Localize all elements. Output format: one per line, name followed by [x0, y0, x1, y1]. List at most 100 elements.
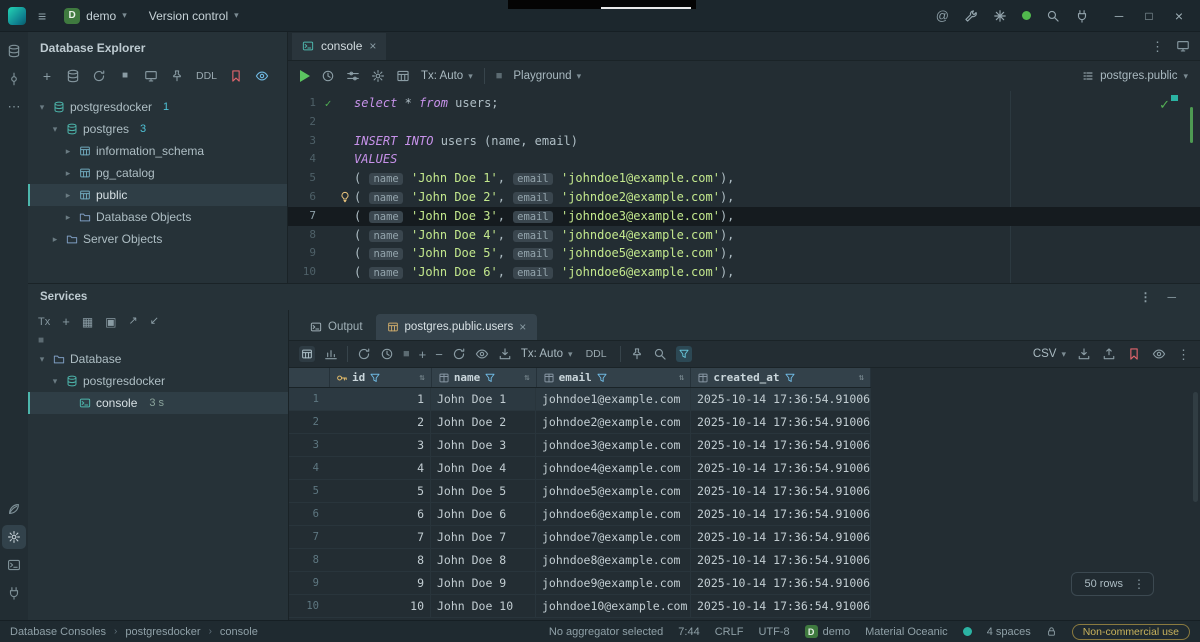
version-control-menu[interactable]: Version control ▾: [143, 6, 245, 26]
row-number[interactable]: 1: [289, 388, 329, 410]
chevron-down-icon[interactable]: ▾: [49, 376, 61, 387]
refresh-datasource-icon[interactable]: [62, 66, 84, 86]
revert-icon[interactable]: [452, 347, 466, 361]
settings-sliders-icon[interactable]: [346, 69, 360, 83]
playground-select[interactable]: Playground ▾: [513, 70, 581, 82]
cell-name[interactable]: John Doe 9: [431, 572, 536, 594]
line-separator-widget[interactable]: CRLF: [715, 626, 744, 638]
cell-created-at[interactable]: 2025-10-14 17:36:54.910066: [691, 457, 871, 479]
find-icon[interactable]: [653, 347, 667, 361]
grid-tx-mode-select[interactable]: Tx: Auto ▾: [521, 348, 573, 360]
run-button[interactable]: [300, 70, 310, 82]
table-view-icon[interactable]: [396, 69, 410, 83]
cell-email[interactable]: johndoe5@example.com: [536, 480, 691, 502]
close-tab-icon[interactable]: ×: [369, 39, 376, 53]
maximize-button[interactable]: □: [1134, 0, 1164, 32]
cell-email[interactable]: johndoe10@example.com: [536, 595, 691, 617]
row-number[interactable]: 10: [289, 595, 329, 617]
chevron-down-icon[interactable]: ▾: [36, 354, 48, 365]
grid-ddl-button[interactable]: DDL: [582, 348, 611, 360]
table-row-2[interactable]: 2 2 John Doe 2 johndoe2@example.com 2025-10-…: [289, 411, 871, 434]
cell-id[interactable]: 1: [329, 388, 431, 410]
close-button[interactable]: ×: [1164, 0, 1194, 32]
license-badge[interactable]: Non-commercial use: [1071, 623, 1190, 640]
commit-toolwindow-icon[interactable]: [0, 66, 28, 92]
plugins-icon[interactable]: [993, 9, 1007, 23]
chevron-down-icon[interactable]: ▾: [49, 124, 61, 135]
tab-output[interactable]: Output: [299, 314, 374, 340]
db-tree-item-public[interactable]: ▸ public: [28, 184, 287, 206]
cell-name[interactable]: John Doe 8: [431, 549, 536, 571]
row-number[interactable]: 9: [289, 572, 329, 594]
breadcrumb-console[interactable]: console: [220, 626, 258, 638]
screen-layout-icon[interactable]: [1176, 39, 1190, 53]
cell-email[interactable]: johndoe1@example.com: [536, 388, 691, 410]
cell-name[interactable]: John Doe 1: [431, 388, 536, 410]
code-line-9[interactable]: 9 ( name 'John Doe 5', email 'johndoe5@ex…: [288, 244, 1200, 263]
chevron-down-icon[interactable]: ▾: [36, 102, 48, 113]
cell-created-at[interactable]: 2025-10-14 17:36:54.910066: [691, 549, 871, 571]
cell-name[interactable]: John Doe 6: [431, 503, 536, 525]
cell-id[interactable]: 6: [329, 503, 431, 525]
delete-row-icon[interactable]: −: [435, 348, 443, 361]
db-tree-item-postgres[interactable]: ▾ postgres 3: [28, 118, 287, 140]
indent-widget[interactable]: 4 spaces: [987, 626, 1031, 638]
app-logo-icon[interactable]: [8, 6, 26, 25]
query-history-icon[interactable]: [380, 347, 394, 361]
jump-to-console-icon[interactable]: [140, 66, 162, 86]
tab-result-grid[interactable]: postgres.public.users ×: [375, 314, 538, 340]
collapse-all-icon[interactable]: ↙: [150, 316, 159, 327]
cell-created-at[interactable]: 2025-10-14 17:36:54.910066: [691, 572, 871, 594]
cell-id[interactable]: 9: [329, 572, 431, 594]
project-widget[interactable]: D demo: [804, 625, 850, 638]
service-item-console[interactable]: console 3 s: [28, 392, 288, 414]
plug-icon[interactable]: [1075, 9, 1089, 23]
connection-status-dot-icon[interactable]: [962, 627, 972, 636]
more-toolwindows-icon[interactable]: ⋯: [0, 94, 28, 120]
row-number[interactable]: 4: [289, 457, 329, 479]
tools-icon[interactable]: [964, 9, 978, 23]
inspections-ok-icon[interactable]: ✓: [1159, 97, 1170, 113]
code-line-3[interactable]: 3 INSERT INTO users (name, email): [288, 132, 1200, 151]
main-menu-icon[interactable]: ≡: [36, 8, 48, 24]
sort-toggle-icon[interactable]: ⇅: [679, 373, 684, 383]
code-line-6[interactable]: 6 ( name 'John Doe 2', email 'johndoe2@ex…: [288, 188, 1200, 207]
tx-mode-select[interactable]: Tx: Auto ▾: [421, 70, 473, 82]
chevron-right-icon[interactable]: ▸: [62, 168, 74, 179]
stop-icon[interactable]: ■: [114, 66, 136, 86]
editor-options-kebab-icon[interactable]: ⋮: [1151, 40, 1164, 53]
db-tree-item-server-objects[interactable]: ▸ Server Objects: [28, 228, 287, 250]
cell-created-at[interactable]: 2025-10-14 17:36:54.910066: [691, 434, 871, 456]
table-row-7[interactable]: 7 7 John Doe 7 johndoe7@example.com 2025-10-…: [289, 526, 871, 549]
ddl-button[interactable]: DDL: [192, 70, 221, 82]
db-tree-item-pg-catalog[interactable]: ▸ pg_catalog: [28, 162, 287, 184]
bookmark-icon[interactable]: [225, 66, 247, 86]
code-editor[interactable]: 1 ✓ select * from users; 2 3 INSERT INTO user…: [288, 91, 1200, 283]
db-tree-item-database-objects[interactable]: ▸ Database Objects: [28, 206, 287, 228]
cell-name[interactable]: John Doe 3: [431, 434, 536, 456]
close-tab-icon[interactable]: ×: [519, 320, 526, 334]
cell-id[interactable]: 3: [329, 434, 431, 456]
pin-icon[interactable]: [166, 66, 188, 86]
cell-name[interactable]: John Doe 10: [431, 595, 536, 617]
add-datasource-button[interactable]: +: [36, 66, 58, 86]
stop-query-icon[interactable]: ■: [403, 348, 410, 360]
column-header-name[interactable]: name ⇅: [432, 368, 537, 387]
cell-created-at[interactable]: 2025-10-14 17:36:54.910066: [691, 503, 871, 525]
sort-toggle-icon[interactable]: ⇅: [419, 373, 424, 383]
stop-service-icon[interactable]: ■: [38, 335, 288, 346]
cell-created-at[interactable]: 2025-10-14 17:36:54.910066: [691, 388, 871, 410]
sort-toggle-icon[interactable]: ⇅: [524, 373, 529, 383]
row-number[interactable]: 8: [289, 549, 329, 571]
breadcrumb-consoles[interactable]: Database Consoles: [10, 626, 106, 638]
mentions-icon[interactable]: @: [936, 9, 949, 22]
cell-id[interactable]: 4: [329, 457, 431, 479]
cell-id[interactable]: 2: [329, 411, 431, 433]
services-strip-icon[interactable]: [0, 496, 28, 522]
minimize-button[interactable]: ─: [1104, 0, 1134, 32]
filter-toggle-icon[interactable]: [675, 346, 692, 362]
grid-options-kebab-icon[interactable]: ⋮: [1177, 348, 1190, 361]
value-viewer-eye-icon[interactable]: [1152, 347, 1166, 361]
table-row-5[interactable]: 5 5 John Doe 5 johndoe5@example.com 2025-10-…: [289, 480, 871, 503]
code-line-1[interactable]: 1 ✓ select * from users;: [288, 94, 1200, 113]
